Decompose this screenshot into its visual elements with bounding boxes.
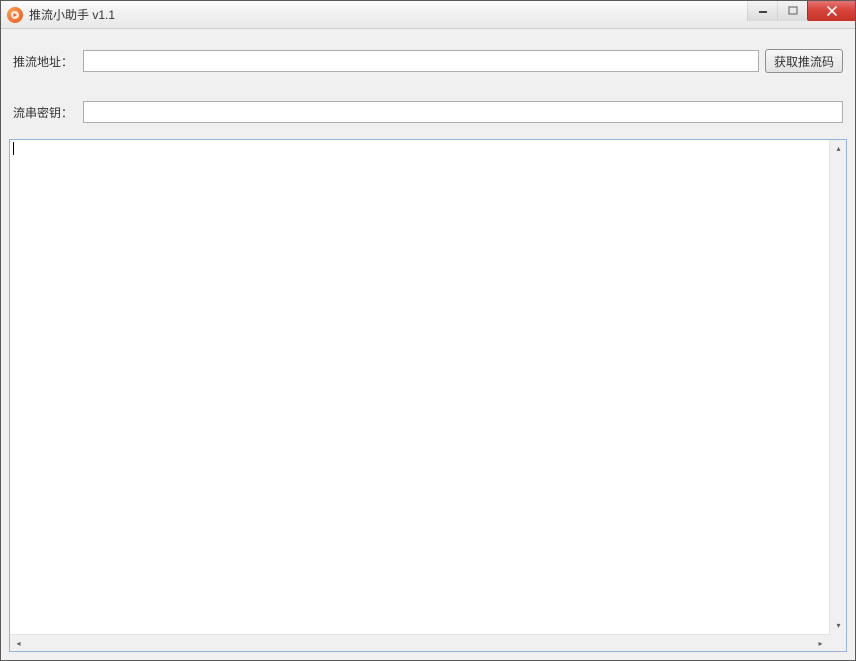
window-title: 推流小助手 v1.1 xyxy=(29,6,115,23)
vertical-scrollbar[interactable]: ▴ ▾ xyxy=(829,140,846,634)
scroll-track-vertical xyxy=(830,157,846,617)
close-icon xyxy=(826,6,838,16)
scroll-track-horizontal xyxy=(27,635,812,651)
close-button[interactable] xyxy=(807,1,855,21)
stream-key-input[interactable] xyxy=(83,101,843,123)
horizontal-scrollbar[interactable]: ◂ ▸ xyxy=(10,634,829,651)
window-controls xyxy=(747,1,855,21)
stream-url-label: 推流地址： xyxy=(13,53,83,70)
client-area: 推流地址： 获取推流码 流串密钥： ▴ ▾ ◂ ▸ xyxy=(1,29,855,660)
stream-url-row: 推流地址： 获取推流码 xyxy=(13,49,843,73)
stream-url-input[interactable] xyxy=(83,50,759,72)
stream-key-row: 流串密钥： xyxy=(13,101,843,123)
titlebar[interactable]: 推流小助手 v1.1 xyxy=(1,1,855,29)
app-icon xyxy=(7,7,23,23)
minimize-icon xyxy=(758,6,768,16)
text-cursor xyxy=(13,142,14,155)
stream-key-label: 流串密钥： xyxy=(13,104,83,121)
scroll-right-icon: ▸ xyxy=(812,635,829,652)
scroll-down-icon: ▾ xyxy=(830,617,847,634)
scroll-up-icon: ▴ xyxy=(830,140,847,157)
log-textarea[interactable] xyxy=(10,140,829,634)
log-area: ▴ ▾ ◂ ▸ xyxy=(9,139,847,652)
get-stream-code-button[interactable]: 获取推流码 xyxy=(765,49,843,73)
maximize-button[interactable] xyxy=(777,1,807,21)
minimize-button[interactable] xyxy=(747,1,777,21)
app-window: 推流小助手 v1.1 推流地址： 获取推流码 流串密钥： xyxy=(0,0,856,661)
scroll-corner xyxy=(829,634,846,651)
scroll-left-icon: ◂ xyxy=(10,635,27,652)
maximize-icon xyxy=(788,6,798,16)
